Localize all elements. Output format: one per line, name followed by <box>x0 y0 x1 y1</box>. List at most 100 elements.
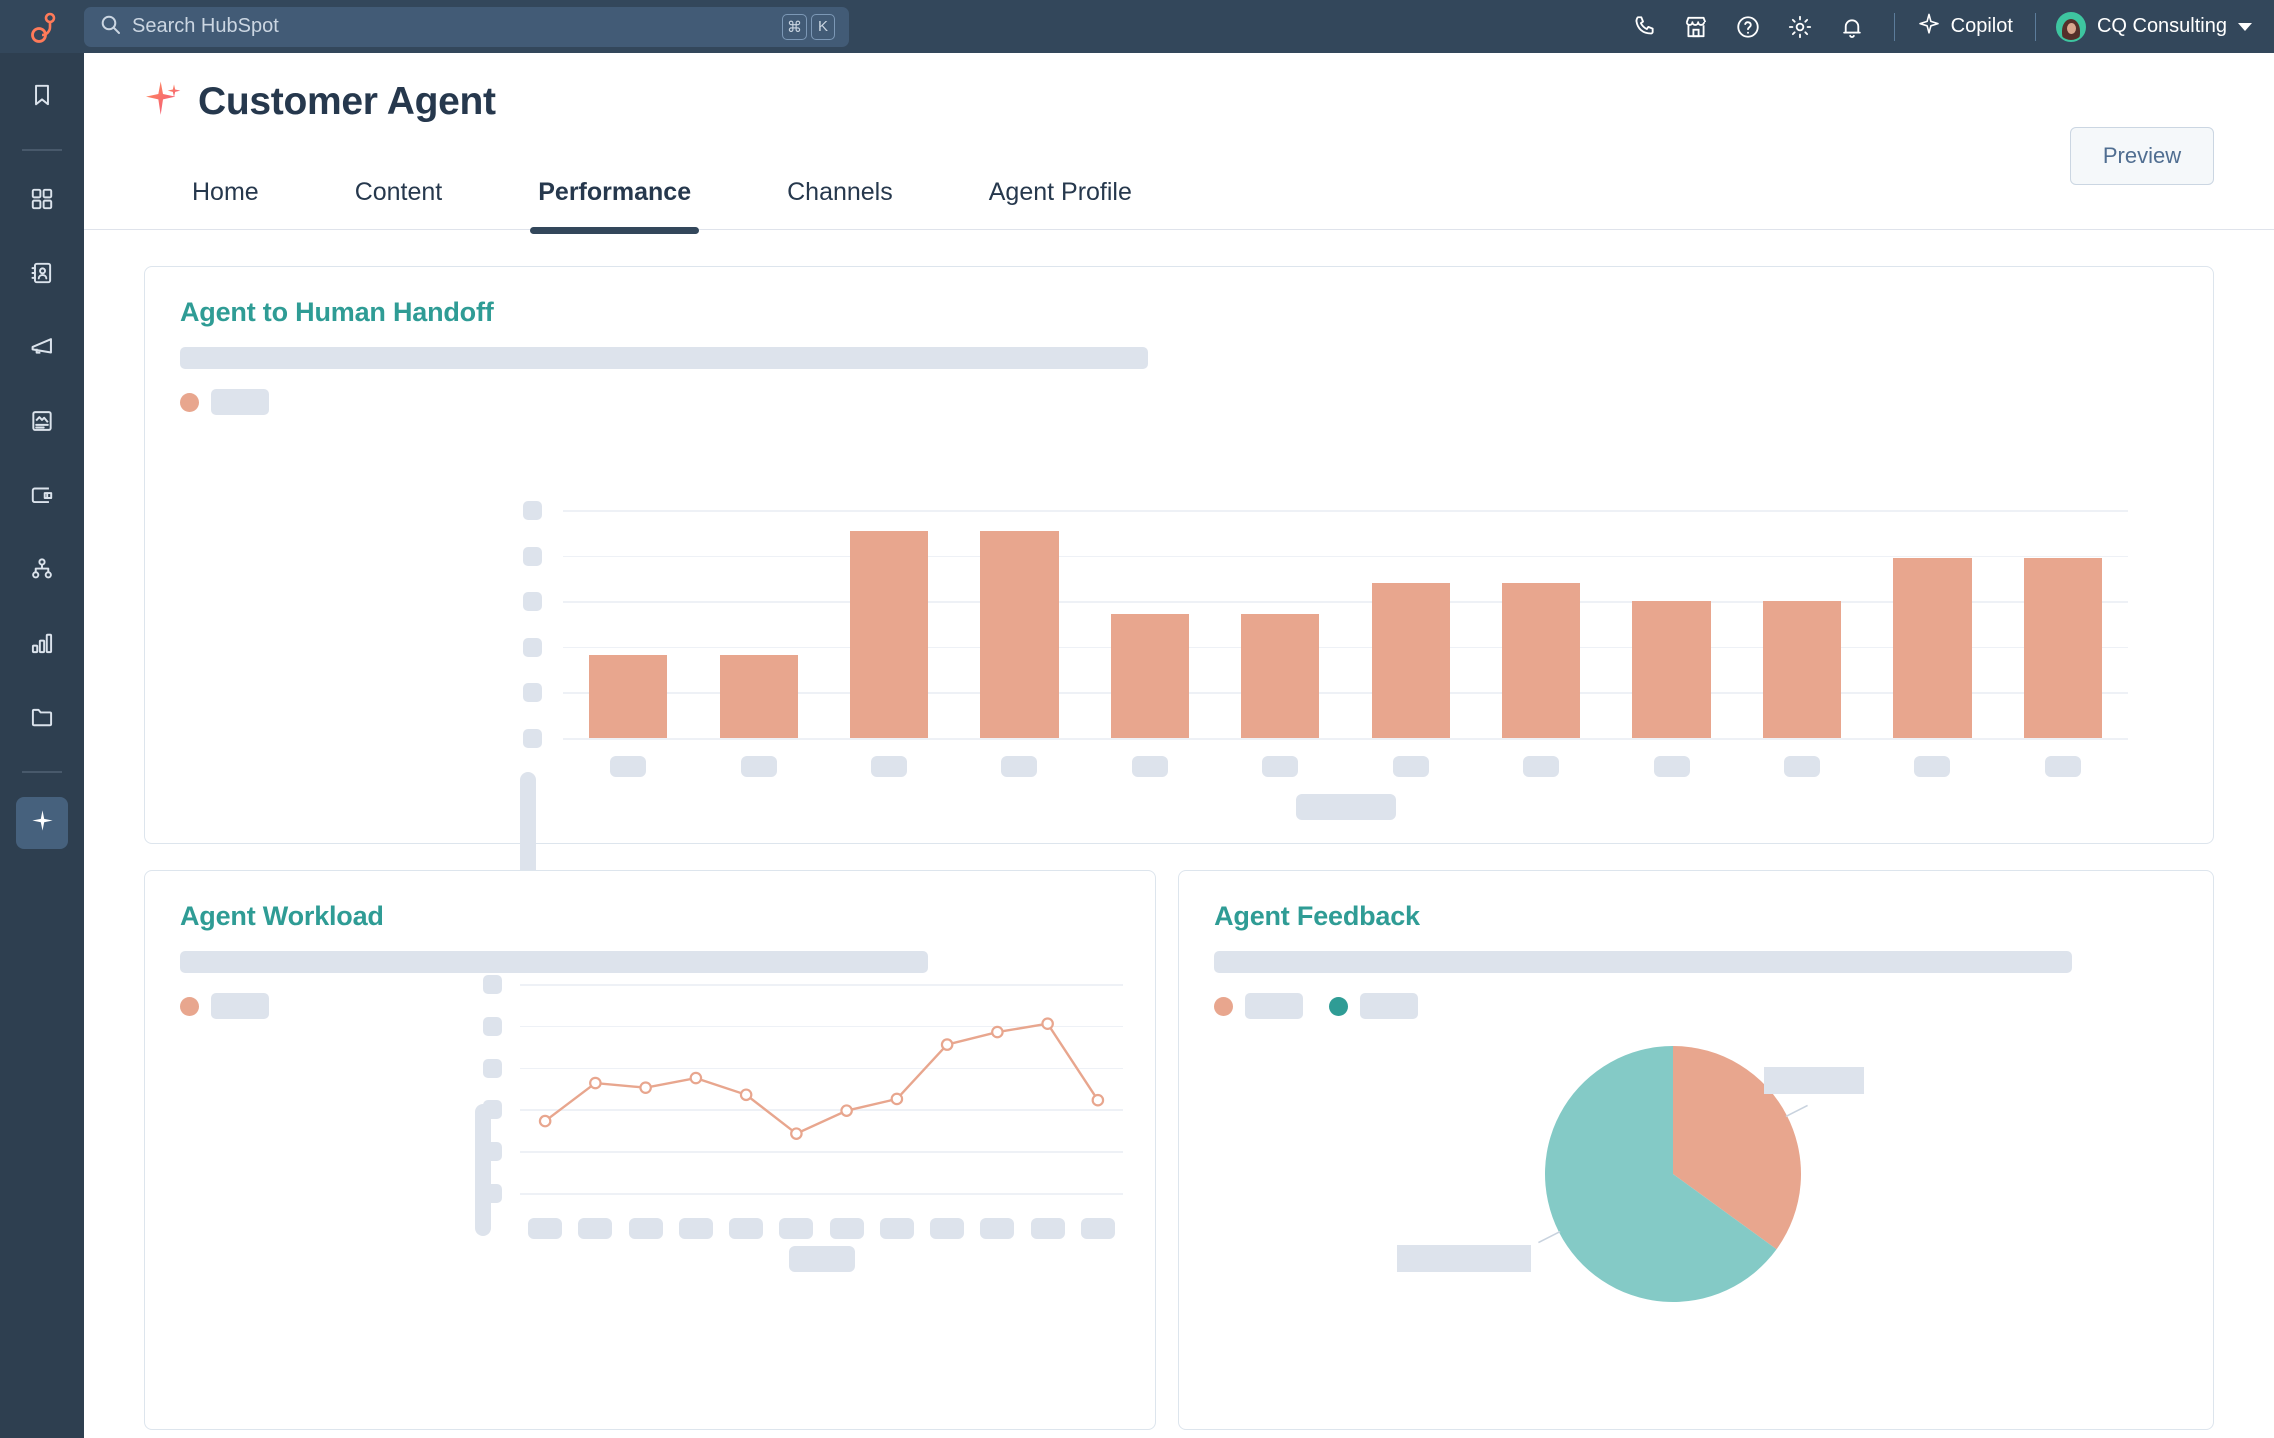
marketing-megaphone-icon <box>29 333 56 365</box>
x-tick-label-skeleton <box>528 1218 562 1239</box>
y-tick-label-skeleton <box>523 638 542 657</box>
chevron-down-icon <box>2238 23 2252 31</box>
x-tick-label-skeleton <box>1523 756 1559 777</box>
crm-contacts-icon <box>29 260 55 291</box>
page-title: Customer Agent <box>198 80 496 124</box>
x-tick-label-skeleton <box>880 1218 914 1239</box>
sidebar-item-ai-agents[interactable] <box>16 797 68 849</box>
bar[interactable] <box>1502 583 1580 738</box>
pie-slices[interactable] <box>1179 871 2225 1431</box>
x-tick-label-skeleton <box>1001 756 1037 777</box>
content-icon <box>29 408 55 439</box>
account-name: CQ Consulting <box>2097 15 2227 38</box>
pie-chart-plot[interactable] <box>1179 871 2225 1431</box>
top-navigation-bar: Search HubSpot ⌘ K <box>0 0 2274 53</box>
y-tick-label-skeleton <box>523 729 542 748</box>
notifications-bell-icon[interactable] <box>1826 0 1878 53</box>
bar[interactable] <box>1632 601 1710 738</box>
gridline <box>563 510 2128 512</box>
sidebar-item-marketing[interactable] <box>16 323 68 375</box>
x-tick-label-skeleton <box>2045 756 2081 777</box>
settings-gear-icon[interactable] <box>1774 0 1826 53</box>
bar[interactable] <box>1372 583 1450 738</box>
x-tick-label-skeleton <box>1914 756 1950 777</box>
search-placeholder: Search HubSpot <box>132 15 771 38</box>
reporting-bar-chart-icon <box>29 630 55 661</box>
sidebar-item-workspaces[interactable] <box>16 175 68 227</box>
y-tick-label-skeleton <box>523 547 542 566</box>
preview-button[interactable]: Preview <box>2070 127 2214 185</box>
sidebar-item-crm[interactable] <box>16 249 68 301</box>
bar-chart-plot[interactable] <box>145 267 2211 845</box>
sidebar-item-commerce[interactable] <box>16 471 68 523</box>
bar[interactable] <box>980 531 1058 738</box>
tab-bar: Home Content Performance Channels Agent … <box>84 158 2274 230</box>
y-tick-label-skeleton <box>523 592 542 611</box>
account-menu[interactable]: CQ Consulting <box>2052 0 2252 53</box>
pie-label-skeleton-1 <box>1764 1067 1864 1094</box>
bar[interactable] <box>720 655 798 738</box>
x-axis-title-skeleton <box>789 1246 855 1272</box>
copilot-button[interactable]: Copilot <box>1911 0 2019 53</box>
tab-performance[interactable]: Performance <box>538 178 691 229</box>
cards-row-2: Agent Workload Agent Feedback <box>144 870 2214 1430</box>
copilot-label: Copilot <box>1951 15 2013 38</box>
tab-home[interactable]: Home <box>192 178 259 229</box>
sidebar-item-content[interactable] <box>16 397 68 449</box>
x-tick-label-skeleton <box>679 1218 713 1239</box>
automation-icon <box>29 556 55 587</box>
bar[interactable] <box>1763 601 1841 738</box>
y-tick-label-skeleton <box>523 683 542 702</box>
sparkle-icon <box>144 79 184 124</box>
x-tick-label-skeleton <box>980 1218 1014 1239</box>
page-header: Customer Agent Preview <box>84 53 2274 124</box>
marketplace-icon[interactable] <box>1670 0 1722 53</box>
card-agent-feedback: Agent Feedback <box>1178 870 2214 1430</box>
line-chart-plot[interactable] <box>145 871 1167 1431</box>
x-tick-label-skeleton <box>779 1218 813 1239</box>
x-tick-label-skeleton <box>930 1218 964 1239</box>
sidebar-divider-top <box>22 149 62 151</box>
card-agent-to-human-handoff: Agent to Human Handoff <box>144 266 2214 844</box>
pie-label-skeleton-2 <box>1397 1245 1531 1272</box>
bar[interactable] <box>1893 558 1971 738</box>
sidebar-item-bookmarks[interactable] <box>16 71 68 123</box>
tab-agent-profile[interactable]: Agent Profile <box>989 178 1132 229</box>
bar[interactable] <box>2024 558 2102 738</box>
x-tick-label-skeleton <box>729 1218 763 1239</box>
x-tick-label-skeleton <box>1262 756 1298 777</box>
hubspot-logo[interactable] <box>0 0 84 53</box>
tab-channels[interactable]: Channels <box>787 178 893 229</box>
dashboard-cards: Agent to Human Handoff Agent Workload <box>84 230 2274 1430</box>
calling-icon[interactable] <box>1618 0 1670 53</box>
search-input[interactable]: Search HubSpot ⌘ K <box>84 7 849 47</box>
title-row: Customer Agent <box>144 79 2274 124</box>
sidebar-item-library[interactable] <box>16 693 68 745</box>
x-tick-label-skeleton <box>1031 1218 1065 1239</box>
y-tick-label-skeleton <box>523 501 542 520</box>
bar[interactable] <box>1111 614 1189 738</box>
x-tick-label-skeleton <box>830 1218 864 1239</box>
shortcut-key-k: K <box>811 14 835 40</box>
x-tick-label-skeleton <box>1132 756 1168 777</box>
x-tick-label-skeleton <box>871 756 907 777</box>
x-tick-label-skeleton <box>741 756 777 777</box>
card-agent-workload: Agent Workload <box>144 870 1156 1430</box>
tab-content[interactable]: Content <box>355 178 443 229</box>
bar[interactable] <box>589 655 667 738</box>
help-icon[interactable] <box>1722 0 1774 53</box>
bar[interactable] <box>1241 614 1319 738</box>
x-tick-label-skeleton <box>1081 1218 1115 1239</box>
x-tick-label-skeleton <box>1393 756 1429 777</box>
shortcut-key-cmd: ⌘ <box>782 14 807 40</box>
left-sidebar <box>0 53 84 1438</box>
sparkle-icon <box>1917 12 1941 42</box>
sidebar-item-automations[interactable] <box>16 545 68 597</box>
workspaces-grid-icon <box>29 186 55 217</box>
commerce-icon <box>29 482 55 513</box>
sidebar-item-reporting[interactable] <box>16 619 68 671</box>
top-nav-actions: Copilot CQ Consulting <box>1618 0 2274 53</box>
x-tick-label-skeleton <box>629 1218 663 1239</box>
x-tick-label-skeleton <box>610 756 646 777</box>
bar[interactable] <box>850 531 928 738</box>
